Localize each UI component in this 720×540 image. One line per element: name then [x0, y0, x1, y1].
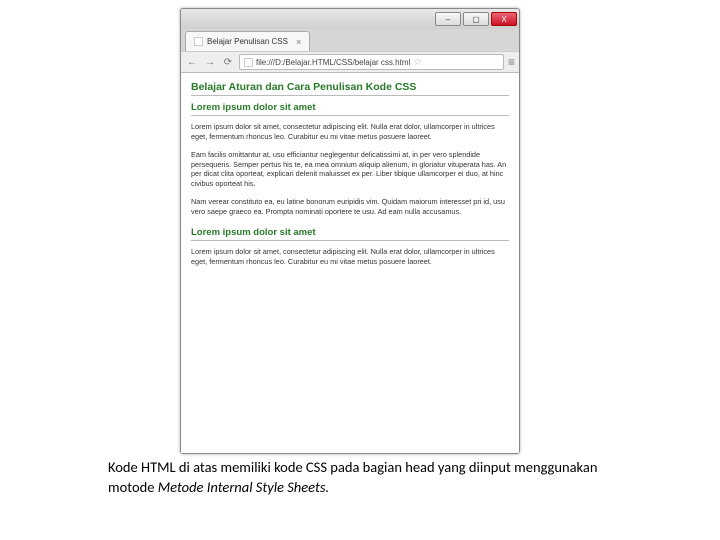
menu-icon[interactable]: ≡	[508, 55, 515, 69]
page-heading-2b: Lorem ipsum dolor sit amet	[191, 225, 509, 241]
address-bar: ← → ⟳ file:///D:/Belajar.HTML/CSS/belaja…	[181, 51, 519, 73]
paragraph-3: Nam verear constituto ea, eu latine bono…	[191, 197, 509, 217]
page-viewport: Belajar Aturan dan Cara Penulisan Kode C…	[181, 73, 519, 453]
favicon-icon	[194, 37, 203, 46]
caption-text-italic: Metode Internal Style Sheets.	[158, 478, 329, 496]
slide-caption: Kode HTML di atas memiliki kode CSS pada…	[108, 458, 628, 497]
window-titlebar: – ▢ X	[181, 9, 519, 29]
reload-button[interactable]: ⟳	[221, 55, 235, 69]
maximize-button[interactable]: ▢	[463, 12, 489, 26]
page-heading-2a: Lorem ipsum dolor sit amet	[191, 100, 509, 116]
minimize-button[interactable]: –	[435, 12, 461, 26]
tab-close-icon[interactable]: ×	[296, 37, 301, 47]
tab-title: Belajar Penulisan CSS	[207, 37, 288, 46]
page-heading-1: Belajar Aturan dan Cara Penulisan Kode C…	[191, 79, 509, 96]
url-input[interactable]: file:///D:/Belajar.HTML/CSS/belajar css.…	[239, 54, 504, 70]
browser-window: – ▢ X Belajar Penulisan CSS × ← → ⟳ file…	[180, 8, 520, 454]
close-button[interactable]: X	[491, 12, 517, 26]
paragraph-2: Eam facilis omittantur at, usu efficiant…	[191, 150, 509, 189]
browser-tab[interactable]: Belajar Penulisan CSS ×	[185, 31, 310, 51]
paragraph-4: Lorem ipsum dolor sit amet, consectetur …	[191, 247, 509, 267]
tab-bar: Belajar Penulisan CSS ×	[181, 29, 519, 51]
page-icon	[244, 58, 253, 67]
bookmark-star-icon[interactable]: ☆	[413, 57, 422, 68]
url-text: file:///D:/Belajar.HTML/CSS/belajar css.…	[256, 58, 410, 67]
paragraph-1: Lorem ipsum dolor sit amet, consectetur …	[191, 122, 509, 142]
back-button[interactable]: ←	[185, 55, 199, 69]
forward-button[interactable]: →	[203, 55, 217, 69]
